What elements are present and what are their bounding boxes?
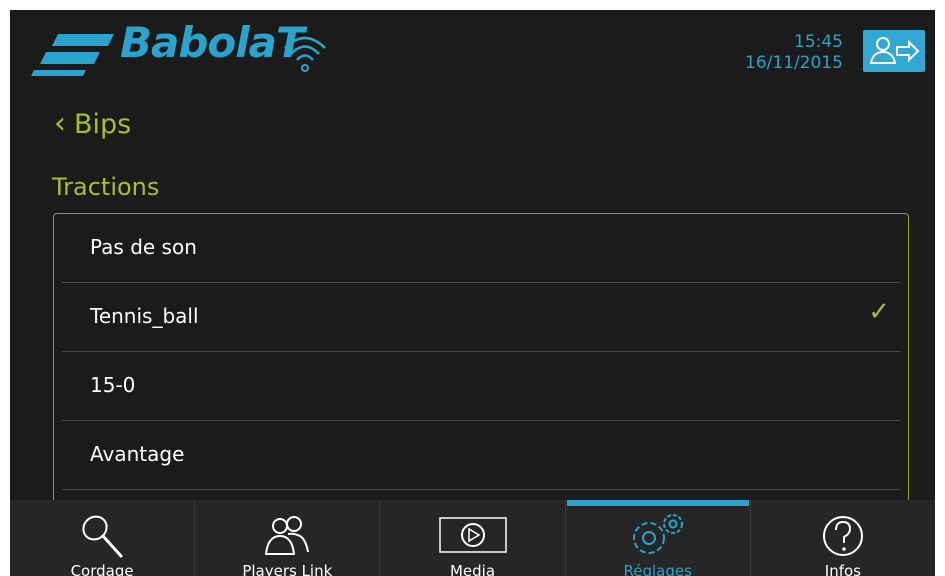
players-icon	[265, 516, 310, 555]
list-item-pas-de-son[interactable]: Pas de son	[62, 214, 900, 283]
chevron-left-icon: ‹	[54, 106, 66, 141]
racket-icon	[82, 515, 123, 558]
active-tab-indicator	[566, 500, 749, 506]
checkmark-icon: ✓	[868, 297, 890, 327]
tab-label: Cordage	[70, 562, 134, 576]
gears-icon	[632, 514, 683, 554]
logout-button[interactable]	[863, 30, 925, 72]
help-icon	[822, 516, 863, 556]
app-screen: BabolaT 15:45 16/11/2015 ‹ Bips Tractions…	[10, 10, 935, 576]
tab-infos[interactable]: Infos	[751, 500, 935, 576]
user-logout-icon	[869, 37, 920, 64]
list-item-avantage[interactable]: Avantage	[62, 421, 900, 490]
babolat-logo: BabolaT	[28, 16, 328, 80]
back-label: Bips	[74, 109, 132, 140]
wifi-icon	[284, 36, 326, 72]
list-item-tennis-ball[interactable]: Tennis_ball ✓	[62, 283, 900, 352]
tab-label: Players Link	[242, 562, 333, 576]
list-item-15-0[interactable]: 15-0	[62, 352, 900, 421]
clock: 15:45 16/11/2015	[745, 32, 843, 74]
list-item-label: Avantage	[90, 442, 185, 466]
back-button[interactable]: ‹ Bips	[54, 106, 131, 141]
tab-label: Infos	[824, 562, 862, 576]
tab-cordage[interactable]: Cordage	[10, 500, 196, 576]
tab-reglages[interactable]: Réglages	[566, 500, 751, 576]
logo-mark-icon	[31, 34, 114, 76]
clock-time: 15:45	[794, 32, 843, 52]
list-item-label: 15-0	[90, 373, 136, 397]
tab-media[interactable]: Media	[380, 500, 566, 576]
bottom-nav: Cordage Players Link Media Réglages Info…	[10, 500, 935, 576]
tab-label: Media	[449, 562, 496, 576]
play-icon	[438, 517, 507, 553]
brand-wordmark: BabolaT	[120, 18, 305, 67]
section-title: Tractions	[52, 173, 160, 201]
clock-date: 16/11/2015	[745, 53, 843, 73]
list-item-label: Pas de son	[90, 235, 197, 259]
list-item-label: Tennis_ball	[90, 304, 199, 328]
tab-label: Réglages	[623, 562, 692, 576]
tab-players-link[interactable]: Players Link	[195, 500, 381, 576]
